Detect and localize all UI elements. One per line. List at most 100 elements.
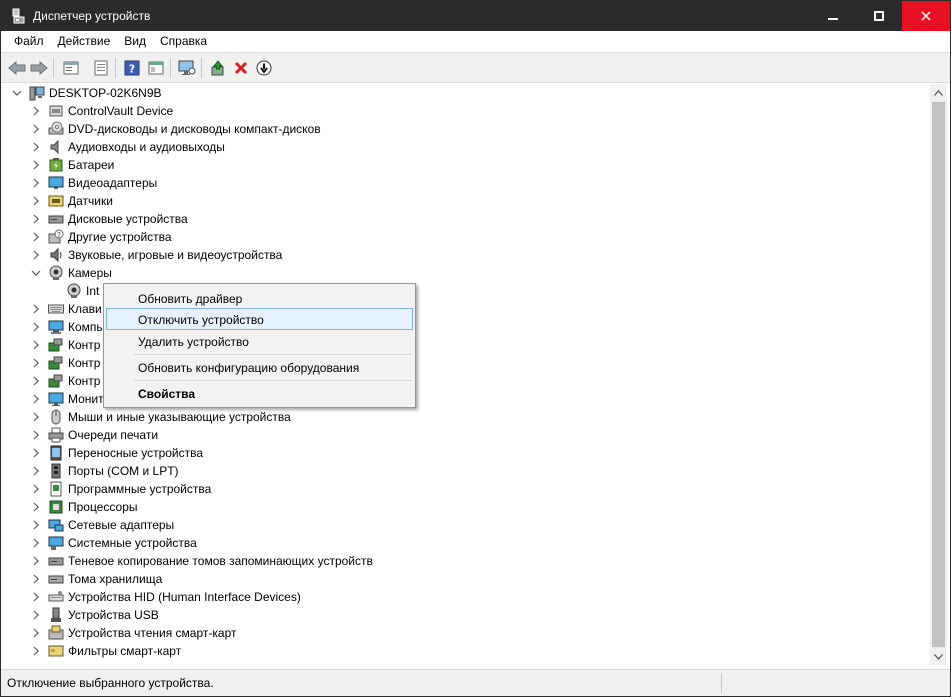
tree-category[interactable]: Порты (COM и LPT)	[2, 462, 930, 480]
chevron-right-icon[interactable]	[31, 394, 41, 404]
menu-view[interactable]: Вид	[117, 31, 153, 52]
chevron-right-icon[interactable]	[31, 142, 41, 152]
menu-help[interactable]: Справка	[153, 31, 214, 52]
minimize-button[interactable]	[810, 1, 856, 31]
device-manager-app-icon	[11, 8, 27, 24]
chevron-right-icon[interactable]	[31, 304, 41, 314]
close-button[interactable]	[902, 1, 950, 31]
menu-scan-hardware[interactable]: Обновить конфигурацию оборудования	[106, 356, 413, 378]
tree-category[interactable]: Процессоры	[2, 498, 930, 516]
toolbar-separator	[53, 58, 54, 78]
chevron-right-icon[interactable]	[31, 484, 41, 494]
chevron-right-icon[interactable]	[31, 124, 41, 134]
computer-icon	[48, 320, 64, 334]
chevron-right-icon[interactable]	[31, 412, 41, 422]
tree-category[interactable]: Теневое копирование томов запоминающих у…	[2, 552, 930, 570]
menu-item-label: Обновить драйвер	[138, 292, 243, 306]
chevron-right-icon[interactable]	[31, 214, 41, 224]
chevron-right-icon[interactable]	[31, 502, 41, 512]
tree-category[interactable]: Фильтры смарт-карт	[2, 642, 930, 660]
tree-category[interactable]: Очереди печати	[2, 426, 930, 444]
chevron-right-icon[interactable]	[31, 448, 41, 458]
chevron-right-icon[interactable]	[31, 466, 41, 476]
tree-category[interactable]: Камеры	[2, 264, 930, 282]
tree-category[interactable]: Переносные устройства	[2, 444, 930, 462]
chevron-right-icon[interactable]	[31, 592, 41, 602]
menu-action[interactable]: Действие	[51, 31, 118, 52]
scroll-down-button[interactable]	[930, 648, 947, 665]
scan-hardware-button[interactable]	[177, 58, 197, 78]
menu-disable-device[interactable]: Отключить устройство	[106, 308, 413, 330]
chevron-right-icon[interactable]	[31, 322, 41, 332]
menu-uninstall-device[interactable]: Удалить устройство	[106, 330, 413, 352]
tree-category[interactable]: Тома хранилища	[2, 570, 930, 588]
chevron-down-icon[interactable]	[31, 268, 41, 278]
tree-category[interactable]: Устройства чтения смарт-карт	[2, 624, 930, 642]
chevron-down-icon[interactable]	[12, 88, 22, 98]
chevron-right-icon[interactable]	[31, 250, 41, 260]
tree-root[interactable]: DESKTOP-02K6N9B	[2, 84, 930, 102]
chevron-right-icon[interactable]	[31, 628, 41, 638]
tree-category[interactable]: Устройства HID (Human Interface Devices)	[2, 588, 930, 606]
chevron-right-icon[interactable]	[31, 340, 41, 350]
controlvault-icon	[49, 105, 63, 117]
tree-item-label: Компь	[68, 320, 103, 334]
chevron-right-icon[interactable]	[31, 232, 41, 242]
chevron-right-icon[interactable]	[31, 430, 41, 440]
tree-category[interactable]: Звуковые, игровые и видеоустройства	[2, 246, 930, 264]
chevron-right-icon[interactable]	[31, 106, 41, 116]
tree-category[interactable]: Системные устройства	[2, 534, 930, 552]
back-button[interactable]	[7, 58, 27, 78]
port-icon	[51, 463, 61, 479]
tree-category[interactable]: DVD-дисководы и дисководы компакт-дисков	[2, 120, 930, 138]
tree-category[interactable]: ControlVault Device	[2, 102, 930, 120]
uninstall-button[interactable]	[231, 58, 251, 78]
tree-category[interactable]: Батареи	[2, 156, 930, 174]
title-bar[interactable]: Диспетчер устройств	[1, 1, 950, 31]
chevron-right-icon[interactable]	[31, 574, 41, 584]
chevron-right-icon[interactable]	[31, 358, 41, 368]
view-button[interactable]	[146, 58, 166, 78]
menu-properties[interactable]: Свойства	[106, 382, 413, 404]
chevron-right-icon[interactable]	[31, 556, 41, 566]
processor-icon	[49, 500, 63, 514]
tree-category[interactable]: Видеоадаптеры	[2, 174, 930, 192]
tree-item-label: Теневое копирование томов запоминающих у…	[68, 554, 373, 568]
chevron-right-icon[interactable]	[31, 376, 41, 386]
help-button[interactable]: ?	[122, 58, 142, 78]
menu-file[interactable]: Файл	[7, 31, 51, 52]
vertical-scrollbar[interactable]	[930, 84, 947, 665]
chevron-right-icon[interactable]	[31, 178, 41, 188]
menu-item-label: Свойства	[138, 387, 196, 401]
tree-category[interactable]: Мыши и иные указывающие устройства	[2, 408, 930, 426]
tree-item-label: Видеоадаптеры	[68, 176, 158, 190]
chevron-right-icon[interactable]	[31, 160, 41, 170]
scrollbar-thumb[interactable]	[932, 102, 945, 647]
monitor-icon	[48, 392, 64, 406]
update-driver-button[interactable]	[208, 58, 228, 78]
tree-category[interactable]: Датчики	[2, 192, 930, 210]
page-button[interactable]	[91, 58, 111, 78]
forward-button[interactable]	[29, 58, 49, 78]
monitor-scan-icon	[178, 60, 196, 75]
disable-device-button[interactable]	[254, 58, 274, 78]
properties-sheet-button[interactable]	[61, 58, 81, 78]
tree-category[interactable]: Устройства USB	[2, 606, 930, 624]
tree-category[interactable]: ? Другие устройства	[2, 228, 930, 246]
tree-category[interactable]: Сетевые адаптеры	[2, 516, 930, 534]
svg-text:?: ?	[57, 231, 61, 239]
chevron-right-icon[interactable]	[31, 646, 41, 656]
tree-category[interactable]: Дисковые устройства	[2, 210, 930, 228]
chevron-right-icon[interactable]	[31, 196, 41, 206]
chevron-right-icon[interactable]	[31, 520, 41, 530]
chevron-right-icon[interactable]	[31, 538, 41, 548]
camera-icon	[67, 283, 81, 298]
tree-category[interactable]: Программные устройства	[2, 480, 930, 498]
maximize-button[interactable]	[856, 1, 902, 31]
scroll-up-button[interactable]	[930, 84, 947, 101]
controller-icon	[48, 356, 63, 370]
chevron-right-icon[interactable]	[31, 610, 41, 620]
tree-category[interactable]: Аудиовходы и аудиовыходы	[2, 138, 930, 156]
tree-item-label: Тома хранилища	[68, 572, 163, 586]
menu-update-driver[interactable]: Обновить драйвер	[106, 287, 413, 309]
